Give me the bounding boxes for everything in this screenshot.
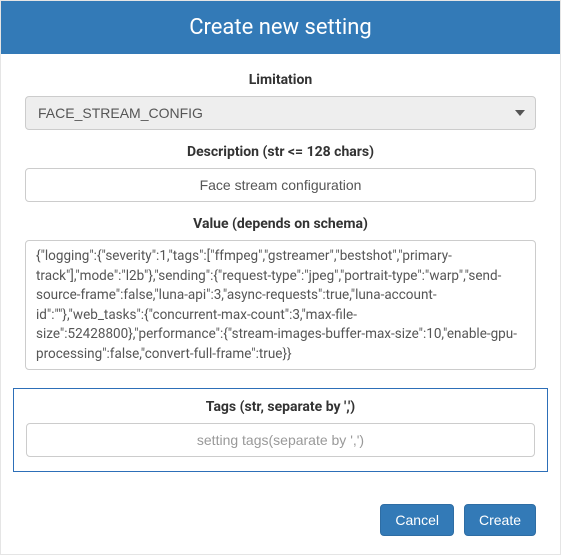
description-input[interactable] [25, 168, 536, 202]
value-textarea[interactable] [25, 240, 536, 370]
value-group: Value (depends on schema) [25, 216, 536, 374]
modal-title: Create new setting [1, 1, 560, 54]
tags-group: Tags (str, separate by ',') [13, 388, 548, 472]
tags-input[interactable] [26, 423, 535, 457]
create-setting-modal: Create new setting Limitation FACE_STREA… [0, 0, 561, 555]
tags-label: Tags (str, separate by ',') [26, 399, 535, 415]
limitation-group: Limitation FACE_STREAM_CONFIG [25, 72, 536, 130]
modal-body: Limitation FACE_STREAM_CONFIG Descriptio… [1, 54, 560, 492]
value-label: Value (depends on schema) [25, 216, 536, 232]
modal-footer: Cancel Create [1, 492, 560, 554]
limitation-select[interactable]: FACE_STREAM_CONFIG [25, 96, 536, 130]
create-button[interactable]: Create [464, 504, 536, 536]
description-group: Description (str <= 128 chars) [25, 144, 536, 202]
description-label: Description (str <= 128 chars) [25, 144, 536, 160]
cancel-button[interactable]: Cancel [380, 504, 454, 536]
limitation-label: Limitation [25, 72, 536, 88]
